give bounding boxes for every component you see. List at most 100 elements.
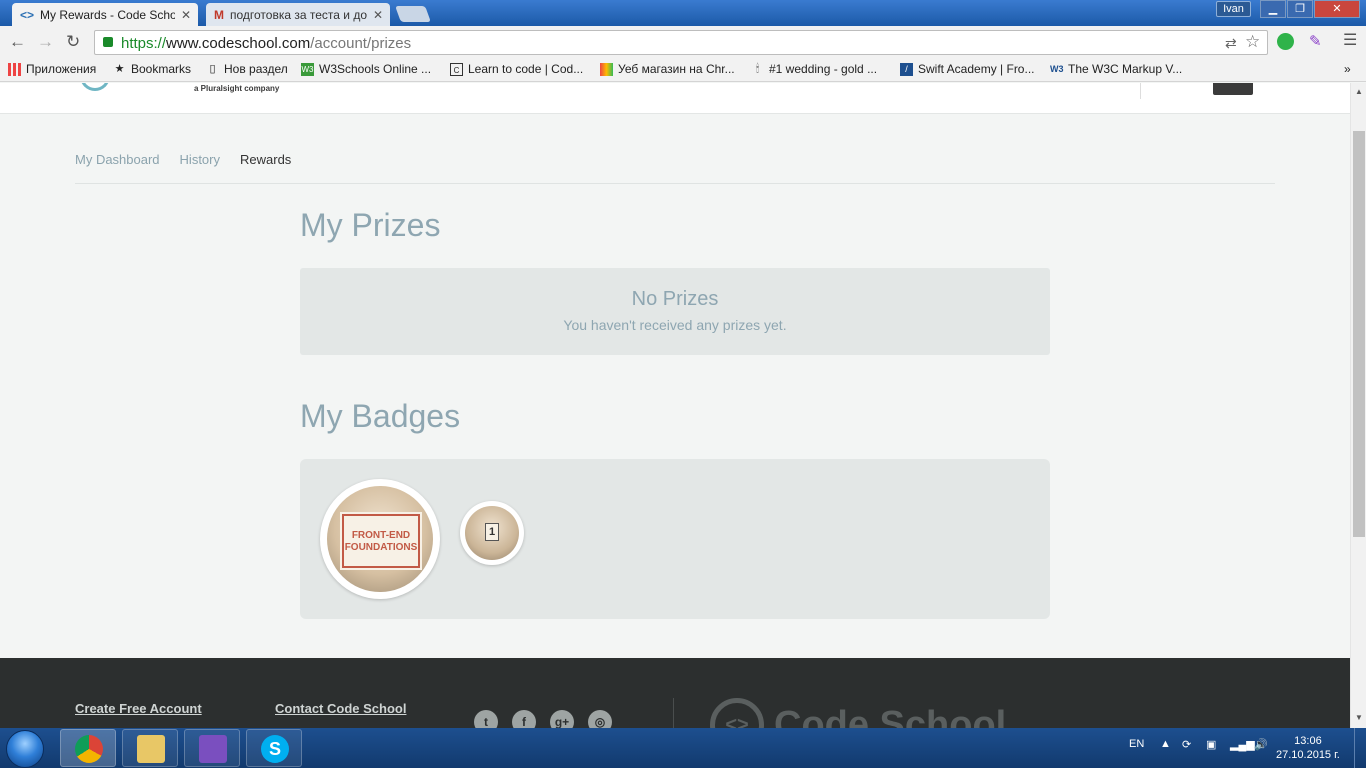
maximize-window-button[interactable]: ❐	[1287, 0, 1313, 18]
windows-taskbar: S EN ▲ ⟳ ▣ ▂▄▆ 🔊 13:06 27.10.2015 г.	[0, 728, 1366, 768]
subnav-history[interactable]: History	[180, 152, 220, 167]
no-prizes-text: You haven't received any prizes yet.	[563, 317, 787, 333]
codeschool-footer-logo-icon: <>	[710, 698, 764, 728]
badge-front-end-foundations[interactable]: FRONT-END FOUNDATIONS	[320, 479, 440, 599]
profile-button[interactable]: Ivan	[1216, 1, 1251, 17]
subnav-rewards[interactable]: Rewards	[240, 152, 291, 167]
clock-time: 13:06	[1294, 735, 1322, 747]
feather-extension-icon[interactable]: ✎	[1309, 32, 1322, 50]
folder-icon	[137, 735, 165, 763]
star-icon: ★	[114, 62, 125, 75]
bookmark-item[interactable]: C Learn to code | Cod...	[450, 62, 583, 76]
close-window-button[interactable]: ✕	[1314, 0, 1360, 18]
bookmark-item[interactable]: W3 W3Schools Online ...	[301, 62, 431, 76]
gmail-favicon-icon: M	[214, 7, 224, 22]
bookmark-item[interactable]: Уеб магазин на Chr...	[600, 62, 735, 76]
back-arrow-icon[interactable]: ←	[9, 32, 26, 52]
no-prizes-title: No Prizes	[631, 288, 719, 310]
browser-titlebar: <> My Rewards - Code School ✕ M подготов…	[0, 0, 1366, 26]
more-bookmarks-chevron-icon[interactable]: »	[1344, 62, 1351, 76]
bookmark-star-icon[interactable]: ☆	[1245, 32, 1260, 52]
translate-icon[interactable]: ⇄	[1225, 35, 1237, 52]
badges-heading: My Badges	[300, 398, 461, 434]
taskbar-chrome[interactable]	[60, 729, 116, 767]
close-tab-icon[interactable]: ✕	[373, 8, 383, 22]
badge-number: 1	[485, 523, 499, 541]
scrollbar-thumb[interactable]	[1353, 131, 1365, 537]
url-text[interactable]: https://www.codeschool.com/account/prize…	[121, 35, 411, 52]
lock-icon	[103, 37, 113, 47]
page-scrollbar[interactable]: ▲ ▼	[1350, 83, 1366, 728]
codeschool-logo-icon[interactable]	[80, 83, 110, 91]
tab-title: My Rewards - Code School	[40, 7, 175, 22]
tray-expand-icon[interactable]: ▲	[1160, 738, 1171, 750]
twitter-icon[interactable]: t	[474, 710, 498, 728]
contact-code-school-link[interactable]: Contact Code School	[275, 701, 406, 716]
bookmark-item[interactable]: / Swift Academy | Fro...	[900, 62, 1034, 76]
taskbar-visual-studio[interactable]	[184, 729, 240, 767]
prizes-panel: No Prizes You haven't received any prize…	[300, 268, 1050, 355]
badge-level-1[interactable]: 1	[460, 501, 524, 565]
instagram-icon[interactable]: ◎	[588, 710, 612, 728]
new-tab-button[interactable]	[395, 6, 431, 22]
clock-date: 27.10.2015 г.	[1276, 749, 1340, 761]
scroll-down-arrow-icon[interactable]: ▼	[1355, 713, 1363, 722]
bookmark-item[interactable]: 🕯 #1 wedding - gold ...	[751, 62, 877, 76]
wedding-icon: 🕯	[755, 62, 760, 75]
account-subnav: My Dashboard History Rewards	[75, 152, 291, 167]
tab-gmail[interactable]: M подготовка за теста и до ✕	[206, 3, 390, 26]
bookmark-item[interactable]: ★ Bookmarks	[113, 62, 191, 76]
badge-image: FRONT-END FOUNDATIONS	[327, 486, 433, 592]
bookmark-item[interactable]: W3 The W3C Markup V...	[1050, 62, 1182, 76]
site-header: a Pluralsight company	[0, 83, 1350, 114]
chrome-menu-icon[interactable]: ☰	[1343, 30, 1357, 50]
tray-device-icon[interactable]: ▣	[1206, 738, 1216, 751]
avatar[interactable]	[1213, 83, 1253, 95]
facebook-icon[interactable]: f	[512, 710, 536, 728]
footer-brand[interactable]: <> Code School	[710, 698, 1006, 728]
header-divider	[1140, 83, 1141, 99]
logo-tagline: a Pluralsight company	[194, 84, 280, 93]
taskbar-clock[interactable]: 13:06 27.10.2015 г.	[1276, 734, 1340, 762]
bookmark-item[interactable]: Приложения	[8, 62, 96, 76]
taskbar-explorer[interactable]	[122, 729, 178, 767]
google-plus-icon[interactable]: g+	[550, 710, 574, 728]
tab-title: подготовка за теста и до	[230, 7, 367, 22]
footer-divider	[673, 698, 674, 728]
chrome-store-icon	[600, 62, 613, 76]
bookmarks-bar: Приложения ★ Bookmarks ▯ Нов раздел W3 W…	[0, 58, 1366, 82]
chrome-icon	[75, 735, 103, 763]
codeschool-favicon-icon: <>	[20, 7, 35, 22]
codeschool-icon: C	[450, 62, 463, 76]
page-icon: ▯	[209, 62, 216, 75]
address-bar[interactable]: https://www.codeschool.com/account/prize…	[94, 30, 1268, 55]
apps-grid-icon	[8, 62, 21, 76]
w3schools-icon: W3	[301, 62, 314, 76]
bookmark-item[interactable]: ▯ Нов раздел	[206, 62, 287, 76]
scroll-up-arrow-icon[interactable]: ▲	[1355, 87, 1363, 96]
network-signal-icon[interactable]: ▂▄▆	[1230, 738, 1255, 751]
tab-my-rewards[interactable]: <> My Rewards - Code School ✕	[12, 3, 198, 26]
footer-brand-name: Code School	[774, 703, 1007, 729]
page-viewport: a Pluralsight company My Dashboard Histo…	[0, 83, 1350, 728]
volume-icon[interactable]: 🔊	[1254, 738, 1268, 751]
reload-icon[interactable]: ↻	[66, 32, 80, 52]
show-desktop-button[interactable]	[1354, 728, 1366, 768]
create-free-account-link[interactable]: Create Free Account	[75, 701, 202, 716]
prizes-heading: My Prizes	[300, 207, 441, 243]
site-footer: Create Free Account Contact Code School …	[0, 658, 1350, 728]
subnav-my-dashboard[interactable]: My Dashboard	[75, 152, 160, 167]
visual-studio-icon	[199, 735, 227, 763]
grammarly-icon[interactable]	[1277, 33, 1294, 50]
forward-arrow-icon[interactable]: →	[37, 32, 54, 52]
browser-toolbar: ← → ↻ https://www.codeschool.com/account…	[0, 26, 1366, 58]
w3c-icon: W3	[1050, 63, 1064, 74]
taskbar-skype[interactable]: S	[246, 729, 302, 767]
language-indicator[interactable]: EN	[1129, 738, 1144, 750]
close-tab-icon[interactable]: ✕	[181, 8, 191, 22]
minimize-window-button[interactable]: ▁	[1260, 0, 1286, 18]
badge-image: 1	[465, 506, 519, 560]
skype-icon: S	[261, 735, 289, 763]
tray-sync-icon[interactable]: ⟳	[1182, 738, 1191, 751]
start-button-icon[interactable]	[6, 730, 44, 768]
